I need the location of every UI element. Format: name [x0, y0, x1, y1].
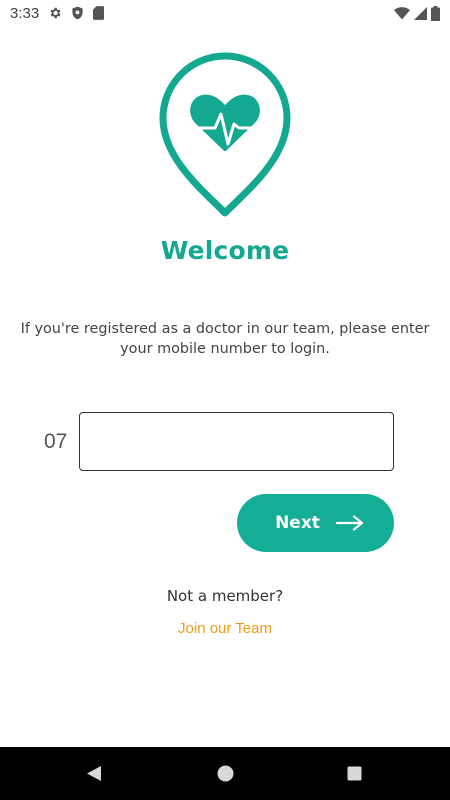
arrow-right-icon [335, 515, 364, 531]
wifi-icon [394, 6, 410, 20]
phone-prefix: 07 [44, 430, 68, 453]
next-button-label: Next [275, 513, 320, 533]
status-bar: 3:33 [0, 0, 450, 26]
next-button[interactable]: Next [237, 494, 394, 552]
join-team-link[interactable]: Join our Team [0, 620, 450, 637]
recents-square-icon [347, 766, 362, 781]
map-pin-heart-pulse-icon [155, 52, 295, 220]
home-circle-icon [217, 765, 234, 782]
shield-icon [71, 6, 84, 20]
status-left: 3:33 [10, 4, 105, 22]
system-nav-bar [0, 747, 450, 800]
settings-gear-icon [48, 6, 62, 20]
sd-card-icon [93, 6, 105, 20]
battery-icon [431, 5, 440, 21]
status-time: 3:33 [10, 4, 40, 22]
mobile-number-input[interactable] [79, 412, 394, 471]
not-member-prompt: Not a member? [166, 587, 284, 605]
home-button[interactable] [195, 747, 255, 800]
login-instructions: If you're registered as a doctor in our … [20, 321, 430, 357]
back-button[interactable] [64, 747, 124, 800]
back-triangle-icon [86, 765, 102, 782]
recents-button[interactable] [324, 747, 384, 800]
welcome-title: Welcome [160, 236, 290, 265]
status-right [394, 5, 440, 21]
cell-signal-icon [414, 6, 427, 20]
